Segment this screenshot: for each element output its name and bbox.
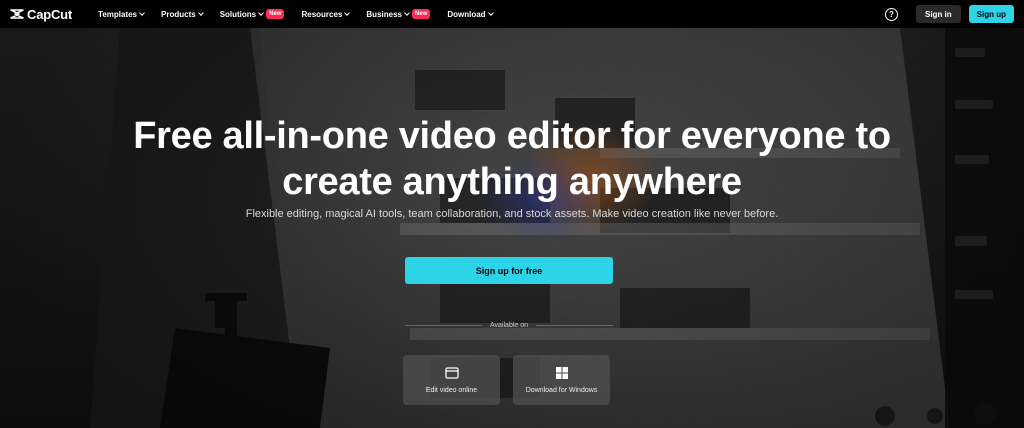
menu-resources-label: Resources bbox=[301, 9, 343, 19]
menu-templates-label: Templates bbox=[98, 9, 138, 19]
menu-templates[interactable]: Templates bbox=[98, 9, 145, 19]
menu-products-label: Products bbox=[161, 9, 196, 19]
new-badge: New bbox=[411, 9, 431, 19]
brand-name: CapCut bbox=[27, 6, 73, 22]
menu-business[interactable]: Business New bbox=[366, 9, 431, 19]
hero-title-line1: Free all-in-one video editor for everyon… bbox=[133, 115, 891, 157]
windows-logo-icon bbox=[555, 367, 568, 379]
available-on-divider: Available on bbox=[405, 322, 614, 329]
menu-solutions[interactable]: Solutions New bbox=[220, 9, 285, 19]
sign-up-free-button[interactable]: Sign up for free bbox=[405, 257, 613, 284]
hero-title-line2: create anything anywhere bbox=[282, 161, 742, 203]
chevron-down-icon bbox=[487, 10, 494, 16]
chevron-down-icon bbox=[344, 10, 351, 16]
new-badge: New bbox=[266, 9, 285, 19]
chevron-down-icon bbox=[404, 10, 410, 16]
edit-online-label: Edit video online bbox=[425, 387, 478, 394]
chevron-down-icon bbox=[139, 10, 145, 16]
download-windows-label: Download for Windows bbox=[525, 387, 598, 394]
help-icon[interactable]: ? bbox=[885, 7, 898, 21]
hero-dark-overlay bbox=[0, 28, 1024, 428]
top-navbar: CapCut Templates Products Solutions New … bbox=[0, 0, 1024, 28]
capcut-logo[interactable]: CapCut bbox=[10, 0, 72, 28]
browser-window-icon bbox=[444, 367, 459, 379]
chevron-down-icon bbox=[258, 10, 264, 16]
menu-products[interactable]: Products bbox=[161, 9, 204, 19]
capcut-logo-icon bbox=[10, 9, 24, 19]
hero-subtitle: Flexible editing, magical AI tools, team… bbox=[245, 208, 779, 220]
edit-online-button[interactable]: Edit video online bbox=[403, 355, 500, 405]
menu-business-label: Business bbox=[366, 9, 402, 19]
divider-line bbox=[536, 325, 614, 326]
available-on-label: Available on bbox=[490, 322, 529, 329]
menu-download[interactable]: Download bbox=[447, 9, 494, 19]
main-menu: Templates Products Solutions New Resourc… bbox=[98, 0, 510, 28]
sign-up-button[interactable]: Sign up bbox=[968, 5, 1014, 23]
menu-download-label: Download bbox=[447, 9, 486, 19]
hero-title: Free all-in-one video editor for everyon… bbox=[0, 113, 1024, 205]
menu-solutions-label: Solutions bbox=[219, 9, 257, 19]
nav-actions: ? Sign in Sign up bbox=[885, 0, 1014, 28]
divider-line bbox=[405, 325, 482, 326]
chevron-down-icon bbox=[197, 10, 204, 16]
hero-section: Free all-in-one video editor for everyon… bbox=[0, 28, 1024, 428]
menu-resources[interactable]: Resources bbox=[301, 9, 351, 19]
download-windows-button[interactable]: Download for Windows bbox=[513, 355, 610, 405]
sign-in-button[interactable]: Sign in bbox=[916, 5, 961, 23]
